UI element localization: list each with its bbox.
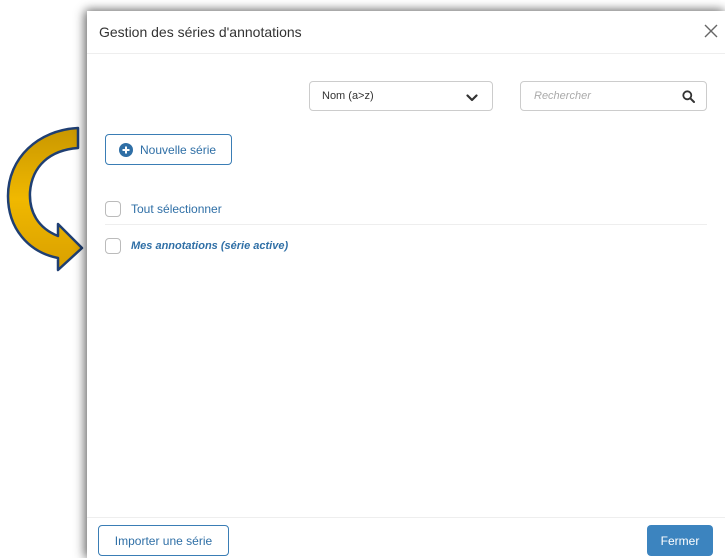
close-icon[interactable] xyxy=(699,19,723,43)
new-series-button[interactable]: Nouvelle série xyxy=(105,134,232,165)
close-button-label: Fermer xyxy=(660,534,700,548)
series-label[interactable]: Mes annotations (série active) xyxy=(131,240,288,252)
search-box xyxy=(520,81,707,111)
dialog-footer: Importer une série Fermer xyxy=(87,517,725,558)
sort-select-value: Nom (a>z) xyxy=(322,90,374,102)
screen: Gestion des séries d'annotations Nom (a>… xyxy=(0,0,725,558)
chevron-down-icon xyxy=(466,91,478,103)
series-list-item: Mes annotations (série active) xyxy=(105,233,707,261)
search-icon[interactable] xyxy=(682,90,695,103)
search-input[interactable] xyxy=(522,83,672,109)
close-button[interactable]: Fermer xyxy=(647,525,713,556)
select-all-checkbox[interactable] xyxy=(105,201,121,217)
import-series-label: Importer une série xyxy=(114,534,213,548)
dialog-title: Gestion des séries d'annotations xyxy=(99,24,302,40)
select-all-row: Tout sélectionner xyxy=(105,196,707,225)
annotation-series-dialog: Gestion des séries d'annotations Nom (a>… xyxy=(87,11,725,558)
dialog-header: Gestion des séries d'annotations xyxy=(87,11,725,54)
series-checkbox[interactable] xyxy=(105,238,121,254)
sort-select[interactable]: Nom (a>z) xyxy=(309,81,493,111)
curved-arrow-icon xyxy=(0,120,92,280)
import-series-button[interactable]: Importer une série xyxy=(98,525,229,556)
select-all-label[interactable]: Tout sélectionner xyxy=(131,202,222,216)
plus-circle-icon xyxy=(119,143,133,157)
new-series-label: Nouvelle série xyxy=(140,143,217,157)
